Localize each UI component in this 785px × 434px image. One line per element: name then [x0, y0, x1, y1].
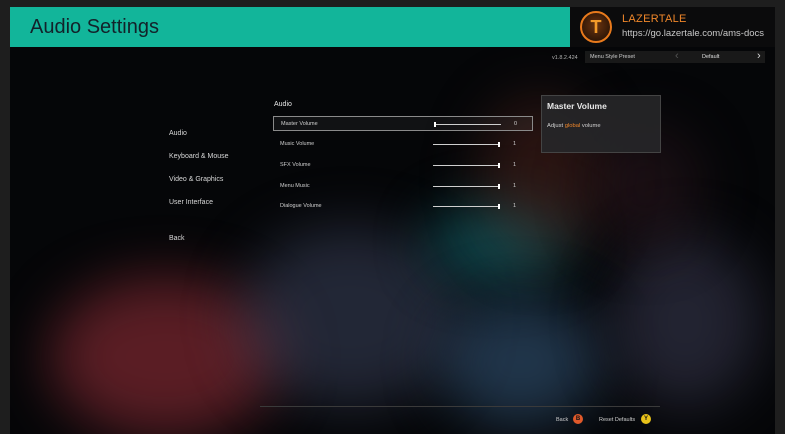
footer-reset-label[interactable]: Reset Defaults	[599, 417, 635, 423]
footer-divider	[260, 406, 660, 407]
slider-row-menu-music[interactable]: Menu Music 1	[273, 179, 533, 194]
background-blur	[240, 227, 460, 407]
y-button-icon[interactable]: Y	[641, 414, 651, 424]
slider-value: 1	[513, 162, 517, 168]
preset-value: Default	[702, 54, 720, 60]
chevron-right-icon[interactable]: ›	[757, 50, 761, 62]
slider-row-master-volume[interactable]: Master Volume 0	[273, 116, 533, 131]
info-title: Master Volume	[547, 101, 607, 111]
lazertale-logo-icon: T	[580, 11, 612, 43]
slider-label: Dialogue Volume	[280, 203, 322, 209]
menu-style-preset-selector[interactable]: Menu Style Preset ‹ Default ›	[585, 50, 765, 63]
section-title: Audio	[274, 101, 292, 108]
slider-track[interactable]	[433, 163, 500, 168]
slider-knob[interactable]	[498, 204, 500, 209]
slider-knob[interactable]	[434, 122, 436, 127]
slider-track[interactable]	[434, 122, 501, 127]
page-title: Audio Settings	[30, 16, 159, 38]
brand-name: LAZERTALE	[622, 13, 687, 25]
slider-knob[interactable]	[498, 184, 500, 189]
slider-label: Music Volume	[280, 141, 315, 147]
info-description: Adjust global volume	[547, 123, 601, 129]
b-button-icon[interactable]: B	[573, 414, 583, 424]
slider-knob[interactable]	[498, 163, 500, 168]
slider-knob[interactable]	[498, 142, 500, 147]
brand-url[interactable]: https://go.lazertale.com/ams-docs	[622, 28, 764, 39]
slider-label: Menu Music	[280, 183, 310, 189]
slider-track[interactable]	[433, 184, 500, 189]
slider-value: 1	[513, 183, 517, 189]
footer-back-label[interactable]: Back	[556, 417, 568, 423]
background-blur	[440, 297, 600, 427]
preset-label: Menu Style Preset	[590, 54, 635, 60]
slider-track[interactable]	[433, 142, 500, 147]
info-panel: Master Volume Adjust global volume	[541, 95, 661, 153]
nav-item-video-graphics[interactable]: Video & Graphics	[169, 176, 223, 183]
slider-track[interactable]	[433, 204, 500, 209]
nav-item-back[interactable]: Back	[169, 235, 185, 242]
slider-value: 1	[513, 141, 517, 147]
slider-value: 0	[514, 121, 518, 127]
slider-label: Master Volume	[281, 121, 318, 127]
nav-item-user-interface[interactable]: User Interface	[169, 199, 213, 206]
slider-label: SFX Volume	[280, 162, 311, 168]
slider-row-music-volume[interactable]: Music Volume 1	[273, 137, 533, 152]
slider-value: 1	[513, 203, 517, 209]
brand-panel: T LAZERTALE https://go.lazertale.com/ams…	[570, 7, 775, 47]
slider-row-sfx-volume[interactable]: SFX Volume 1	[273, 158, 533, 173]
slider-row-dialogue-volume[interactable]: Dialogue Volume 1	[273, 199, 533, 214]
background-blur	[610, 237, 760, 407]
chevron-left-icon[interactable]: ‹	[675, 50, 679, 62]
title-bar: Audio Settings	[10, 7, 570, 47]
nav-item-audio[interactable]: Audio	[169, 130, 187, 137]
game-menu-frame: Audio Settings T LAZERTALE https://go.la…	[10, 7, 775, 434]
nav-item-keyboard-mouse[interactable]: Keyboard & Mouse	[169, 153, 229, 160]
version-label: v1.8.2.424	[552, 55, 578, 61]
